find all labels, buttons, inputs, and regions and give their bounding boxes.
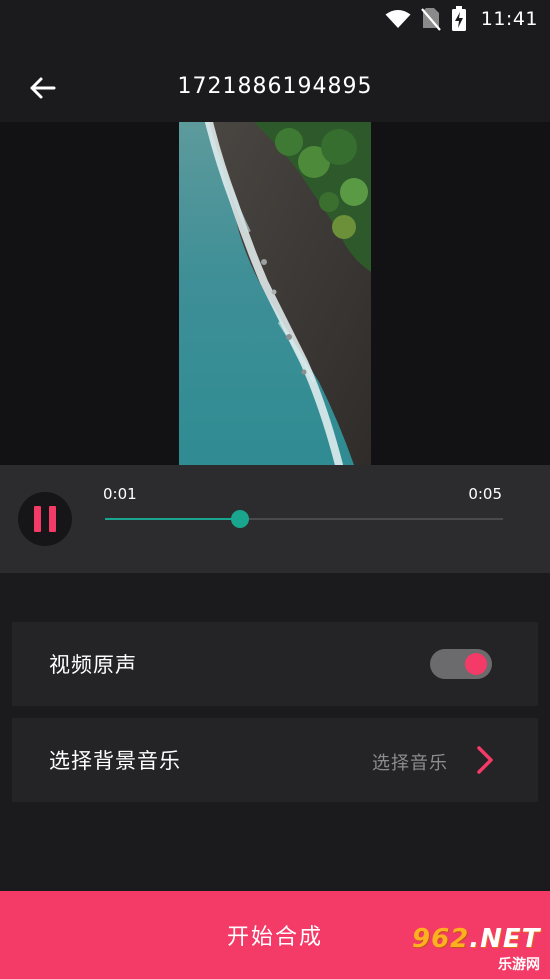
pause-button[interactable] <box>18 492 72 546</box>
chevron-right-icon[interactable] <box>474 744 496 776</box>
wifi-icon <box>385 10 411 28</box>
watermark-sub: 乐游网 <box>498 957 540 973</box>
progress-slider[interactable] <box>105 510 503 528</box>
watermark-logo: 962.NET 乐游网 <box>406 924 544 976</box>
watermark-main: 962.NET <box>412 924 541 954</box>
original-sound-row: 视频原声 <box>12 622 538 706</box>
progress-thumb[interactable] <box>231 510 250 528</box>
video-editor-screen: 11:41 1721886194895 0:01 0:05 视频原声 选择背景音… <box>0 0 550 979</box>
status-time: 11:41 <box>480 8 538 30</box>
current-time: 0:01 <box>103 485 137 503</box>
coastline-video-frame <box>179 122 371 465</box>
no-sim-icon <box>420 8 441 31</box>
background-music-label: 选择背景音乐 <box>49 749 181 773</box>
page-title: 1721886194895 <box>177 74 373 99</box>
battery-charging-icon <box>451 6 466 31</box>
original-sound-toggle[interactable] <box>430 649 492 679</box>
header: 1721886194895 <box>0 52 550 122</box>
start-compose-label: 开始合成 <box>226 925 323 950</box>
toggle-knob <box>465 653 487 675</box>
total-time: 0:05 <box>468 485 502 503</box>
background-music-row[interactable]: 选择背景音乐 选择音乐 <box>12 718 538 802</box>
status-icons: 11:41 <box>385 6 538 32</box>
original-sound-label: 视频原声 <box>49 653 137 677</box>
status-bar: 11:41 <box>0 0 550 38</box>
video-preview-area <box>0 122 550 465</box>
player-controls: 0:01 0:05 <box>0 465 550 573</box>
progress-fill <box>105 518 241 520</box>
select-music-value[interactable]: 选择音乐 <box>372 749 448 775</box>
video-preview[interactable] <box>179 122 371 465</box>
pause-icon <box>34 506 41 532</box>
